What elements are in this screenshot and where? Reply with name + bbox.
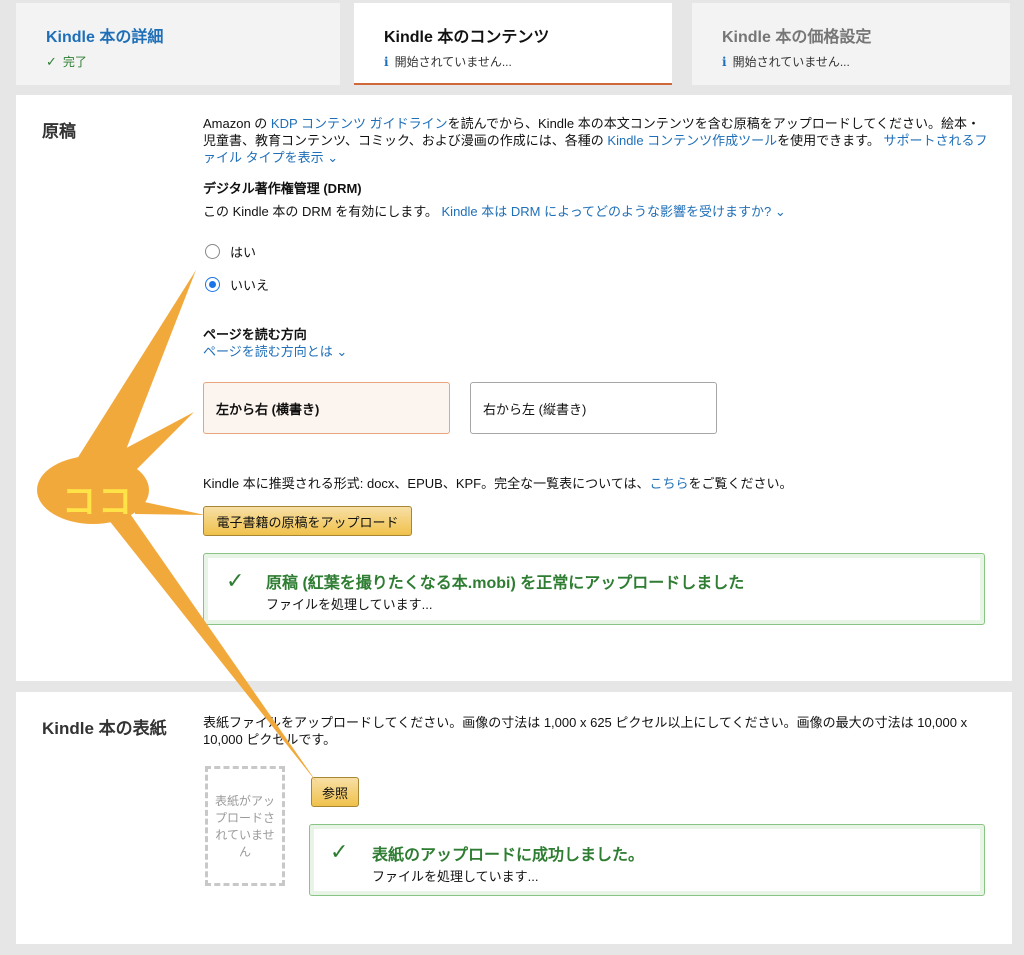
- drm-info-link[interactable]: Kindle 本は DRM によってどのような影響を受けますか? ⌄: [442, 204, 786, 219]
- drm-yes-label: はい: [230, 245, 257, 260]
- tab-content-status: 開始されていません...: [394, 55, 512, 69]
- reading-direction-heading: ページを読む方向: [203, 327, 307, 342]
- tab-pricing[interactable]: Kindle 本の価格設定 i 開始されていません...: [692, 3, 1010, 85]
- tab-details[interactable]: Kindle 本の詳細 ✓ 完了: [16, 3, 340, 85]
- check-icon: ✓: [226, 568, 245, 593]
- manuscript-title: 原稿: [42, 122, 76, 141]
- reading-direction-block: ページを読む方向 ページを読む方向とは ⌄: [203, 326, 988, 360]
- check-icon: ✓: [330, 839, 349, 864]
- info-icon: i: [722, 54, 727, 69]
- formats-here-link[interactable]: こちら: [649, 476, 688, 491]
- drm-yes-radio[interactable]: [205, 244, 220, 259]
- intro-text-1: Amazon の: [203, 116, 271, 131]
- manuscript-section: 原稿 Amazon の KDP コンテンツ ガイドラインを読んでから、Kindl…: [16, 95, 1012, 681]
- drm-no-label: いいえ: [230, 278, 270, 293]
- cover-title: Kindle 本の表紙: [42, 719, 167, 738]
- drm-heading: デジタル著作権管理 (DRM): [203, 181, 362, 196]
- chevron-down-icon: ⌄: [336, 344, 348, 359]
- tab-pricing-title: Kindle 本の価格設定: [722, 29, 872, 46]
- tab-pricing-status: 開始されていません...: [732, 55, 850, 69]
- upload-manuscript-button[interactable]: 電子書籍の原稿をアップロード: [203, 506, 412, 536]
- manuscript-processing-text: ファイルを処理しています...: [266, 597, 433, 612]
- formats-text-2: をご覧ください。: [688, 476, 793, 491]
- manuscript-success-alert: ✓ 原稿 (紅葉を撮りたくなる本.mobi) を正常にアップロードしました ファ…: [203, 553, 985, 625]
- content-tools-link[interactable]: Kindle コンテンツ作成ツール: [607, 133, 777, 148]
- manuscript-intro: Amazon の KDP コンテンツ ガイドラインを読んでから、Kindle 本…: [203, 115, 988, 166]
- cover-success-alert: ✓ 表紙のアップロードに成功しました。 ファイルを処理しています...: [309, 824, 985, 896]
- drm-yes-option[interactable]: はい: [205, 242, 256, 261]
- rtl-option-button[interactable]: 右から左 (縦書き): [470, 382, 717, 434]
- kdp-guidelines-link[interactable]: KDP コンテンツ ガイドライン: [271, 116, 448, 131]
- drm-desc: この Kindle 本の DRM を有効にします。: [203, 204, 442, 219]
- formats-text-1: Kindle 本に推奨される形式: docx、EPUB、KPF。完全な一覧表につ…: [203, 476, 650, 491]
- chevron-down-icon: ⌄: [327, 150, 339, 165]
- browse-button[interactable]: 参照: [311, 777, 359, 807]
- tab-details-status: 完了: [62, 55, 87, 69]
- manuscript-success-message: 原稿 (紅葉を撮りたくなる本.mobi) を正常にアップロードしました: [266, 575, 745, 592]
- cover-section: Kindle 本の表紙 表紙ファイルをアップロードしてください。画像の寸法は 1…: [16, 692, 1012, 944]
- tab-content-title: Kindle 本のコンテンツ: [384, 29, 550, 46]
- reading-direction-link[interactable]: ページを読む方向とは ⌄: [203, 344, 347, 359]
- step-tabs: Kindle 本の詳細 ✓ 完了 Kindle 本のコンテンツ i 開始されてい…: [0, 0, 1024, 88]
- cover-success-message: 表紙のアップロードに成功しました。: [372, 847, 645, 864]
- ltr-option-button[interactable]: 左から右 (横書き): [203, 382, 450, 434]
- tab-details-title: Kindle 本の詳細: [46, 29, 164, 46]
- chevron-down-icon: ⌄: [774, 204, 786, 219]
- cover-placeholder: 表紙がアップロードされていません: [205, 766, 285, 886]
- info-icon: i: [384, 54, 389, 69]
- intro-text-3: を使用できます。: [777, 133, 884, 148]
- check-icon: ✓: [46, 53, 57, 69]
- cover-processing-text: ファイルを処理しています...: [372, 869, 539, 884]
- cover-desc: 表紙ファイルをアップロードしてください。画像の寸法は 1,000 x 625 ピ…: [203, 715, 968, 747]
- drm-no-radio[interactable]: [205, 277, 220, 292]
- drm-no-option[interactable]: いいえ: [205, 275, 269, 294]
- drm-block: デジタル著作権管理 (DRM) この Kindle 本の DRM を有効にします…: [203, 180, 988, 220]
- tab-content[interactable]: Kindle 本のコンテンツ i 開始されていません...: [354, 3, 672, 85]
- formats-text: Kindle 本に推奨される形式: docx、EPUB、KPF。完全な一覧表につ…: [203, 475, 988, 492]
